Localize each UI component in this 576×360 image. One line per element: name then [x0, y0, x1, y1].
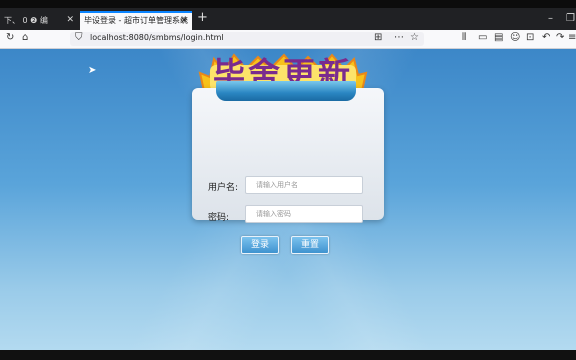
sidebar-icon[interactable]: ▭ — [478, 32, 487, 43]
tab-label: 毕设登录 - 超市订单管理系统 — [84, 16, 188, 25]
mouse-cursor: ➤ — [88, 65, 97, 76]
password-label: 密码: — [208, 213, 230, 223]
tab-active[interactable]: 毕设登录 - 超市订单管理系统 ✕ — [80, 11, 192, 30]
new-tab-button[interactable]: + — [197, 10, 208, 25]
reload-icon[interactable]: ↻ — [6, 32, 14, 43]
close-icon[interactable]: ✕ — [180, 13, 188, 29]
address-bar[interactable]: ⛉ localhost:8080/smbms/login.html ⊞ ⋯ ☆ — [70, 32, 424, 46]
close-icon[interactable]: ✕ — [66, 11, 74, 30]
login-button[interactable]: 登录 — [241, 236, 279, 254]
more-icon[interactable]: ⋯ — [394, 32, 404, 43]
username-label: 用户名: — [208, 183, 239, 193]
nav-bar: ↻ ⌂ ⛉ localhost:8080/smbms/login.html ⊞ … — [0, 30, 576, 49]
shield-icon[interactable]: ⛉ — [75, 32, 83, 43]
back-icon[interactable]: ↶ — [542, 32, 550, 43]
panel-ribbon — [216, 81, 356, 101]
home-icon[interactable]: ⌂ — [22, 32, 28, 43]
login-panel — [192, 88, 384, 220]
taskbar — [0, 350, 576, 360]
library-icon[interactable]: ⫴ — [462, 32, 466, 43]
bookmark-star-icon[interactable]: ☆ — [410, 32, 419, 43]
tab-label: 下、 0 ❷ 编 — [4, 16, 48, 25]
forward-icon[interactable]: ↷ — [556, 32, 564, 43]
username-input[interactable]: 请输入用户名 — [245, 176, 363, 194]
url-text: localhost:8080/smbms/login.html — [90, 33, 224, 42]
menu-icon[interactable]: ≡ — [568, 32, 576, 43]
screenshot-icon[interactable]: ⊡ — [526, 32, 534, 43]
translate-icon[interactable]: ⊞ — [374, 32, 382, 43]
tab-first[interactable]: 下、 0 ❷ 编 ✕ — [0, 11, 78, 30]
restore-button[interactable]: ❐ — [566, 13, 575, 24]
minimize-button[interactable]: – — [548, 13, 553, 24]
tab-strip: 下、 0 ❷ 编 ✕ 毕设登录 - 超市订单管理系统 ✕ + – ❐ — [0, 8, 576, 30]
account-icon[interactable]: ☺ — [510, 32, 520, 43]
password-input[interactable]: 请输入密码 — [245, 205, 363, 223]
reader-icon[interactable]: ▤ — [494, 32, 503, 43]
reset-button[interactable]: 重置 — [291, 236, 329, 254]
